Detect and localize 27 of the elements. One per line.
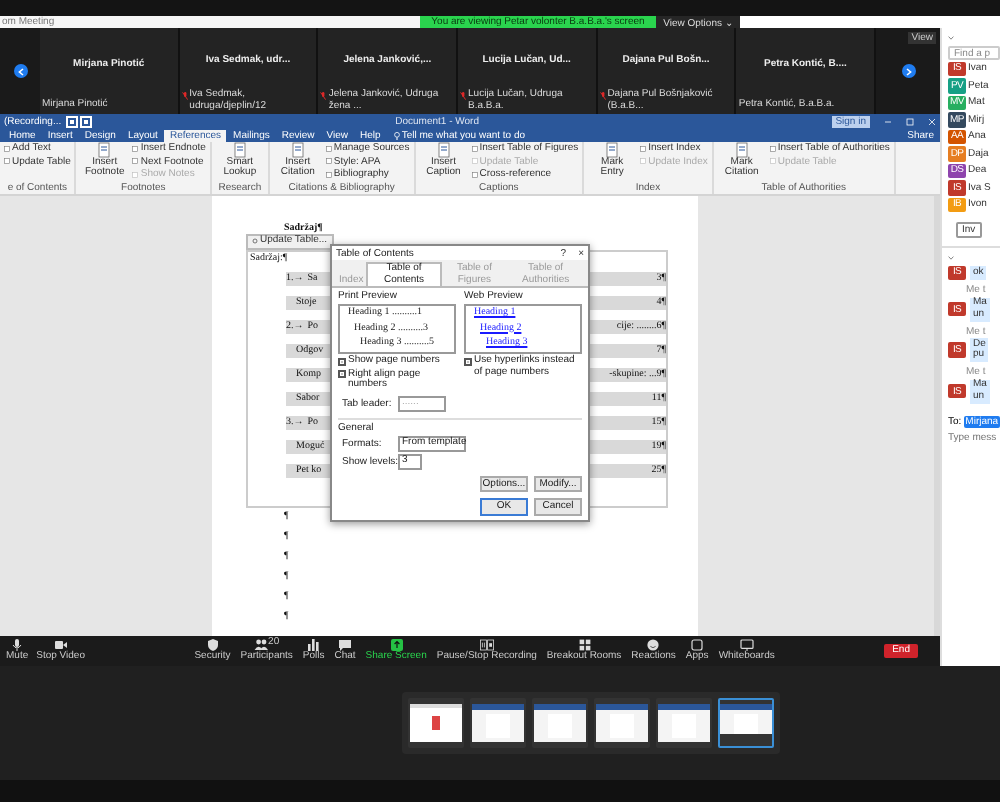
- checkbox[interactable]: [338, 357, 346, 366]
- screen-thumbnail[interactable]: [469, 698, 525, 748]
- people-icon: [254, 638, 269, 653]
- bar-chart-icon: [306, 638, 321, 653]
- screen-thumbnail[interactable]: [655, 698, 711, 748]
- camera-icon: [53, 638, 68, 653]
- next-page-button[interactable]: [901, 64, 916, 78]
- maximize-icon: [906, 117, 914, 125]
- previous-page-button[interactable]: [13, 64, 27, 78]
- chevron-right-icon: [905, 67, 912, 75]
- refresh-icon: [252, 238, 258, 245]
- close-icon: [928, 117, 936, 125]
- grid-icon: [577, 638, 592, 653]
- checkbox[interactable]: [338, 370, 346, 379]
- back-button[interactable]: [67, 117, 76, 125]
- shield-icon: [205, 638, 220, 653]
- screen-thumbnail[interactable]: [531, 698, 587, 748]
- chevron-left-icon: [17, 67, 23, 75]
- smiley-icon: [646, 638, 661, 653]
- speech-bubble-icon: [338, 638, 353, 653]
- screen-thumbnail[interactable]: [593, 698, 649, 748]
- screen-thumbnail[interactable]: [407, 698, 463, 748]
- pause-stop-icon: [479, 638, 494, 653]
- screen-thumbnail[interactable]: [717, 698, 773, 748]
- checkbox[interactable]: [464, 357, 472, 366]
- minimize-icon: [884, 117, 892, 125]
- stop-button[interactable]: [81, 117, 90, 125]
